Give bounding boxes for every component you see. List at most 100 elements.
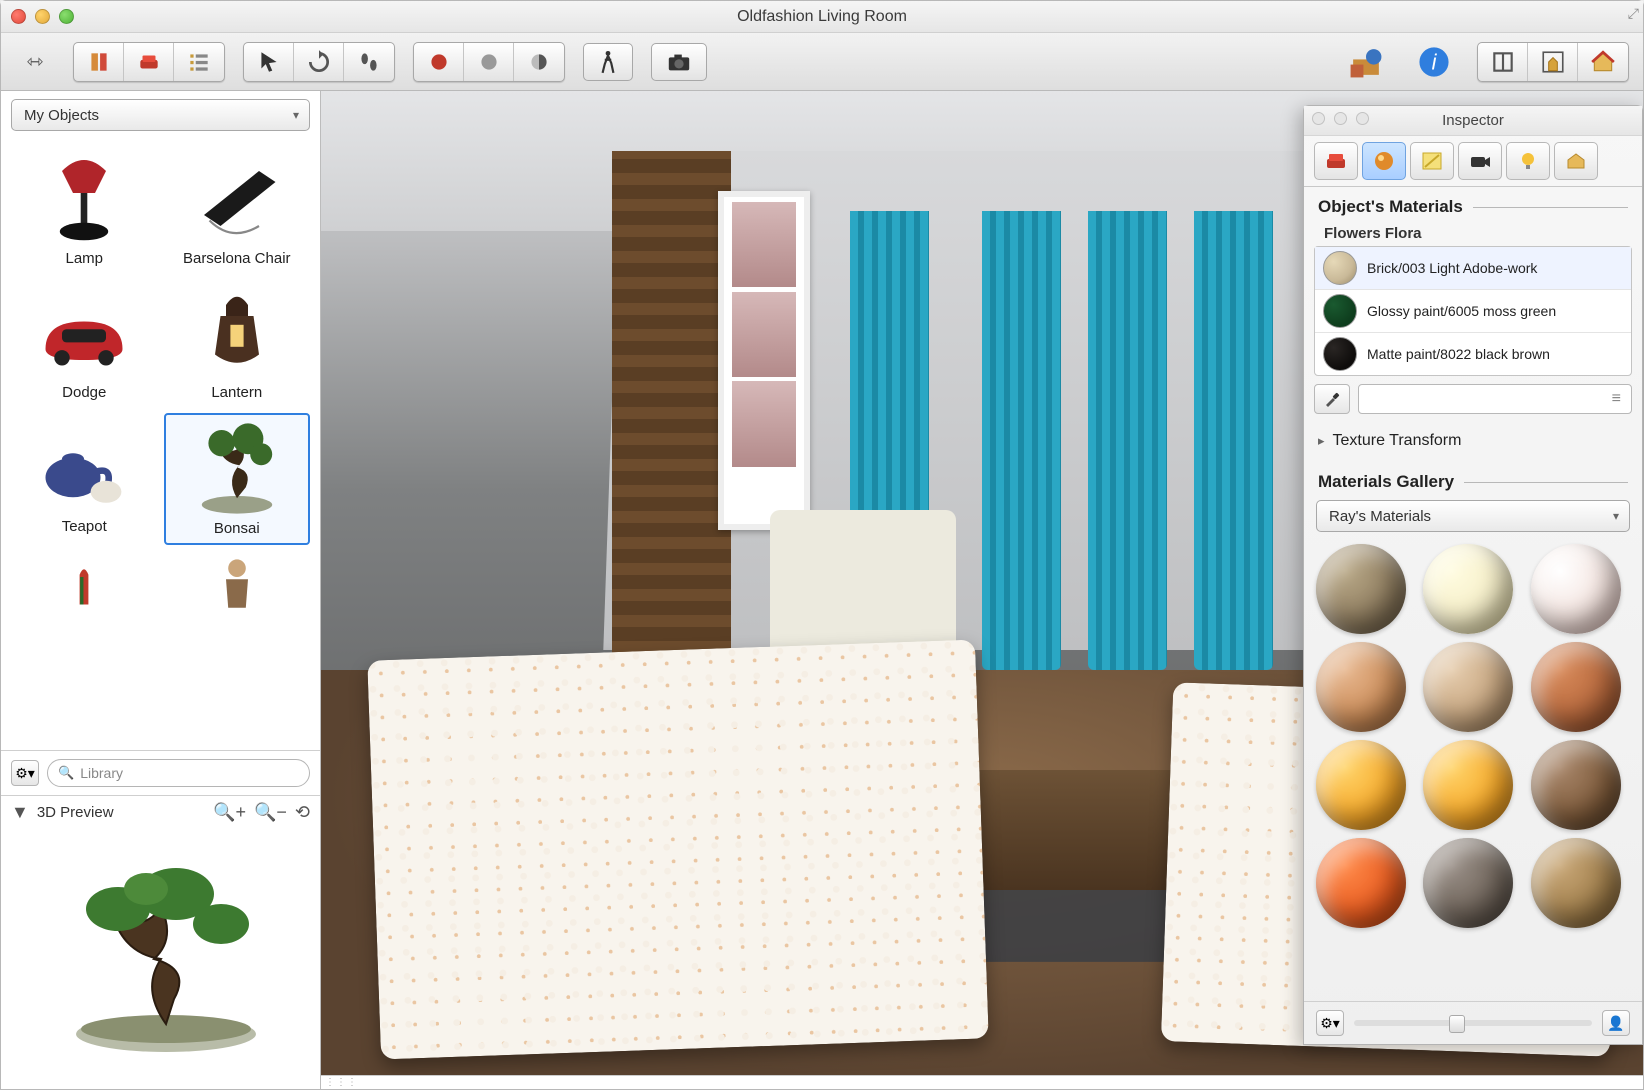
gallery-material[interactable] bbox=[1423, 544, 1513, 634]
objects-grid: Lamp Barselona Chair Dodge Lantern bbox=[1, 139, 320, 750]
footprint-tool-button[interactable] bbox=[344, 43, 394, 81]
material-options-button[interactable]: ≡ bbox=[1358, 384, 1632, 414]
inspector-gear-button[interactable]: ⚙▾ bbox=[1316, 1010, 1344, 1036]
object-materials-header: Object's Materials bbox=[1304, 187, 1642, 221]
inspector-title: Inspector bbox=[1442, 112, 1504, 129]
warehouse-button[interactable] bbox=[1341, 43, 1391, 81]
gallery-material[interactable] bbox=[1423, 740, 1513, 830]
gallery-category-dropdown[interactable]: Ray's Materials bbox=[1316, 500, 1630, 532]
object-item-teapot[interactable]: Teapot bbox=[11, 413, 158, 545]
layout-2d-button[interactable] bbox=[1478, 43, 1528, 81]
inspector-tab-light[interactable] bbox=[1506, 142, 1550, 180]
inspector-tab-object[interactable] bbox=[1314, 142, 1358, 180]
zoom-fit-button[interactable]: ⟲ bbox=[295, 802, 310, 823]
zoom-slider[interactable] bbox=[1354, 1020, 1592, 1026]
gallery-material[interactable] bbox=[1531, 740, 1621, 830]
material-label: Matte paint/8022 black brown bbox=[1367, 346, 1550, 363]
material-row[interactable]: Glossy paint/6005 moss green bbox=[1315, 290, 1631, 333]
inspector-close-button[interactable] bbox=[1312, 112, 1325, 125]
inspector-minimize-button[interactable] bbox=[1334, 112, 1347, 125]
materials-gallery-grid bbox=[1304, 536, 1642, 1001]
material-row[interactable]: Brick/003 Light Adobe-work bbox=[1315, 247, 1631, 290]
inspector-tab-building[interactable] bbox=[1554, 142, 1598, 180]
view-list-button[interactable] bbox=[174, 43, 224, 81]
object-item-bonsai[interactable]: Bonsai bbox=[164, 413, 311, 545]
gallery-material[interactable] bbox=[1316, 838, 1406, 928]
search-placeholder: Library bbox=[80, 765, 123, 781]
snapshot-button[interactable] bbox=[651, 43, 707, 81]
walk-mode-button[interactable] bbox=[583, 43, 633, 81]
section-label: Materials Gallery bbox=[1318, 472, 1454, 492]
object-item-figure[interactable] bbox=[164, 551, 311, 613]
library-search-input[interactable]: Library bbox=[47, 759, 310, 787]
object-label: Dodge bbox=[62, 384, 106, 401]
zoom-in-button[interactable]: 🔍+ bbox=[213, 802, 246, 823]
object-label: Lamp bbox=[65, 250, 103, 267]
record-gray-button[interactable] bbox=[464, 43, 514, 81]
select-tool-button[interactable] bbox=[244, 43, 294, 81]
view-furniture-button[interactable] bbox=[124, 43, 174, 81]
material-swatch-icon bbox=[1323, 251, 1357, 285]
objects-category-dropdown[interactable]: My Objects bbox=[11, 99, 310, 131]
sidebar-footer: ⚙▾ Library bbox=[1, 750, 320, 795]
gallery-material[interactable] bbox=[1423, 838, 1513, 928]
record-red-button[interactable] bbox=[414, 43, 464, 81]
close-window-button[interactable] bbox=[11, 9, 26, 24]
gallery-material[interactable] bbox=[1316, 740, 1406, 830]
object-label: Teapot bbox=[62, 518, 107, 535]
inspector-tab-materials[interactable] bbox=[1362, 142, 1406, 180]
material-swatch-icon bbox=[1323, 337, 1357, 371]
inspector-tab-camera[interactable] bbox=[1458, 142, 1502, 180]
window-title: Oldfashion Living Room bbox=[737, 8, 907, 26]
eyedropper-button[interactable] bbox=[1314, 384, 1350, 414]
material-row[interactable]: Matte paint/8022 black brown bbox=[1315, 333, 1631, 375]
object-label: Bonsai bbox=[214, 520, 260, 537]
nav-toggle-icon[interactable]: ⇿ bbox=[15, 49, 55, 74]
gallery-material[interactable] bbox=[1423, 642, 1513, 732]
zoom-out-button[interactable]: 🔍− bbox=[254, 802, 287, 823]
titlebar: Oldfashion Living Room ⤢ bbox=[1, 1, 1643, 33]
inspector-zoom-button[interactable] bbox=[1356, 112, 1369, 125]
texture-transform-disclosure[interactable]: Texture Transform bbox=[1304, 420, 1642, 462]
inspector-tab-measure[interactable] bbox=[1410, 142, 1454, 180]
object-item-lamp[interactable]: Lamp bbox=[11, 145, 158, 273]
object-item-lantern[interactable]: Lantern bbox=[164, 279, 311, 407]
view-mode-group bbox=[73, 42, 225, 82]
gallery-material[interactable] bbox=[1316, 544, 1406, 634]
materials-list: Brick/003 Light Adobe-work Glossy paint/… bbox=[1314, 246, 1632, 376]
inspector-tabs bbox=[1304, 136, 1642, 187]
gallery-material[interactable] bbox=[1531, 642, 1621, 732]
fullscreen-icon[interactable]: ⤢ bbox=[1628, 5, 1639, 22]
dropdown-label: My Objects bbox=[24, 107, 99, 124]
selected-object-name: Flowers Flora bbox=[1304, 221, 1642, 244]
minimize-window-button[interactable] bbox=[35, 9, 50, 24]
preview-collapse-icon[interactable]: ▼ bbox=[11, 802, 29, 823]
object-item-tulip[interactable] bbox=[11, 551, 158, 613]
preview-title: 3D Preview bbox=[37, 804, 114, 821]
gallery-material[interactable] bbox=[1316, 642, 1406, 732]
layout-3d-house-button[interactable] bbox=[1528, 43, 1578, 81]
inspector-user-button[interactable]: 👤 bbox=[1602, 1010, 1630, 1036]
viewport-splitter[interactable]: ⋮⋮⋮ bbox=[321, 1075, 1643, 1089]
sidebar-gear-button[interactable]: ⚙▾ bbox=[11, 760, 39, 786]
object-item-dodge[interactable]: Dodge bbox=[11, 279, 158, 407]
edit-tools-group bbox=[243, 42, 395, 82]
info-button[interactable]: i bbox=[1409, 43, 1459, 81]
object-item-barselona-chair[interactable]: Barselona Chair bbox=[164, 145, 311, 273]
record-half-button[interactable] bbox=[514, 43, 564, 81]
gallery-material[interactable] bbox=[1531, 544, 1621, 634]
home-button[interactable] bbox=[1578, 43, 1628, 81]
right-tools-group bbox=[1477, 42, 1629, 82]
view-building-button[interactable] bbox=[74, 43, 124, 81]
preview-header: ▼ 3D Preview 🔍+ 🔍− ⟲ bbox=[1, 795, 320, 829]
preview-3d-pane[interactable] bbox=[1, 829, 320, 1089]
zoom-window-button[interactable] bbox=[59, 9, 74, 24]
material-label: Brick/003 Light Adobe-work bbox=[1367, 260, 1537, 277]
dropdown-label: Ray's Materials bbox=[1329, 508, 1431, 525]
material-label: Glossy paint/6005 moss green bbox=[1367, 303, 1556, 320]
section-label: Object's Materials bbox=[1318, 197, 1463, 217]
main-toolbar: ⇿ i bbox=[1, 33, 1643, 91]
gallery-material[interactable] bbox=[1531, 838, 1621, 928]
object-label: Barselona Chair bbox=[183, 250, 291, 267]
rotate-tool-button[interactable] bbox=[294, 43, 344, 81]
